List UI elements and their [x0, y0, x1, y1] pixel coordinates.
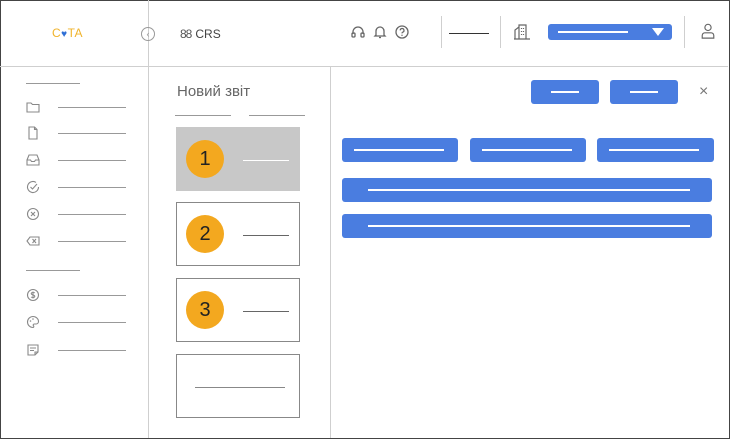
logo[interactable]: C♥TA	[52, 26, 83, 40]
step-number-badge: 2	[186, 215, 224, 253]
button-label	[354, 149, 444, 151]
sidebar-item-label	[58, 160, 126, 161]
sidebar-item-inbox[interactable]	[26, 153, 126, 171]
check-circle-icon	[26, 181, 40, 193]
report-steps-panel: Новий звіт 1 2 3	[149, 67, 331, 438]
step-number-badge: 1	[186, 140, 224, 178]
folder-icon	[26, 102, 40, 113]
sidebar-item-rejected[interactable]	[26, 207, 126, 225]
sidebar-section-heading	[26, 83, 80, 84]
page-title: Новий звіт	[177, 83, 251, 100]
grid-icon: 88	[180, 27, 192, 41]
secondary-action-button[interactable]	[610, 80, 678, 104]
step-card-4[interactable]	[176, 354, 300, 418]
step-label	[243, 160, 289, 161]
sidebar-item-folder[interactable]	[26, 100, 126, 118]
header-divider	[684, 16, 685, 48]
button-label	[368, 225, 690, 227]
sidebar-item-label	[58, 295, 126, 296]
sidebar-item-label	[58, 187, 126, 188]
button-label	[609, 149, 699, 151]
inbox-icon	[26, 154, 40, 166]
tab-placeholder[interactable]	[175, 115, 231, 116]
dollar-icon	[26, 288, 40, 302]
palette-icon	[27, 315, 40, 329]
bell-icon[interactable]	[372, 24, 388, 40]
step-label	[243, 311, 289, 312]
chevron-down-icon	[652, 28, 664, 36]
sidebar-item-notes[interactable]	[26, 343, 126, 361]
button-label	[482, 149, 572, 151]
wide-option-button[interactable]	[342, 214, 712, 238]
step-label	[195, 387, 285, 388]
top-header: C♥TA ‹ 88 CRS	[0, 0, 728, 67]
headset-icon[interactable]	[350, 24, 366, 40]
button-label	[368, 189, 690, 191]
button-label	[551, 91, 579, 93]
tab-placeholder[interactable]	[249, 115, 305, 116]
sidebar-item-label	[58, 133, 126, 134]
chevron-left-icon[interactable]: ‹	[141, 27, 155, 41]
wide-option-button[interactable]	[342, 178, 712, 202]
sidebar-item-approved[interactable]	[26, 180, 126, 198]
help-icon[interactable]	[394, 24, 410, 40]
logo-text-left: C	[52, 26, 62, 40]
close-icon[interactable]: ×	[699, 84, 708, 100]
sidebar-item-document[interactable]	[26, 126, 126, 144]
sidebar-item-label	[58, 350, 126, 351]
option-button[interactable]	[597, 138, 714, 162]
option-button[interactable]	[470, 138, 586, 162]
step-card-2[interactable]: 2	[176, 202, 300, 266]
sidebar-item-label	[58, 214, 126, 215]
app-name: CRS	[195, 27, 221, 41]
header-divider	[500, 16, 501, 48]
option-button[interactable]	[342, 138, 458, 162]
building-icon	[514, 24, 530, 40]
organization-select[interactable]	[548, 24, 672, 40]
step-card-1[interactable]: 1	[176, 127, 300, 191]
step-card-3[interactable]: 3	[176, 278, 300, 342]
select-value-placeholder	[558, 31, 628, 33]
primary-action-button[interactable]	[531, 80, 599, 104]
logo-text-right: TA	[67, 26, 84, 40]
delete-icon	[26, 236, 40, 246]
header-divider	[441, 16, 442, 48]
document-icon	[28, 126, 38, 140]
user-icon[interactable]	[700, 23, 716, 39]
sidebar-section-heading	[26, 270, 80, 271]
step-number-badge: 3	[186, 291, 224, 329]
sidebar-item-label	[58, 322, 126, 323]
sidebar-item-deleted[interactable]	[26, 234, 126, 252]
sidebar-item-design[interactable]	[26, 315, 126, 333]
button-label	[630, 91, 658, 93]
sidebar-item-label	[58, 241, 126, 242]
sidebar-item-label	[58, 107, 126, 108]
x-circle-icon	[26, 207, 40, 221]
app-switcher[interactable]: 88 CRS	[180, 27, 221, 41]
header-placeholder-text	[449, 33, 489, 34]
sidebar	[0, 67, 149, 438]
notes-icon	[27, 344, 39, 356]
step-label	[243, 235, 289, 236]
sidebar-item-payments[interactable]	[26, 288, 126, 306]
